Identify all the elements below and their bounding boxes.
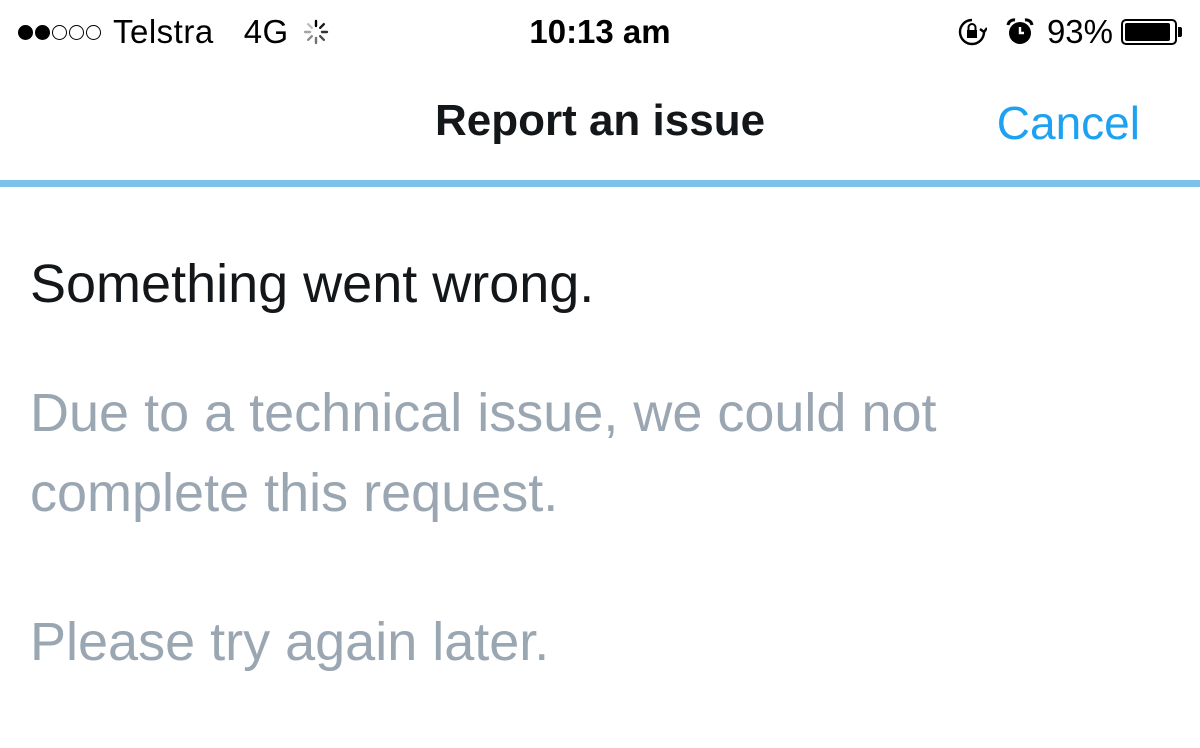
battery-percentage: 93% (1046, 13, 1113, 50)
navigation-divider (0, 180, 1200, 187)
cancel-button[interactable]: Cancel (997, 96, 1140, 150)
error-message: Due to a technical issue, we could not c… (30, 383, 937, 523)
error-title: Something went wrong. (30, 254, 595, 314)
status-bar: Telstra 4G 10:13 am 93% (0, 0, 1200, 64)
status-right: 93% (957, 10, 1182, 54)
navigation-bar: Report an issue Cancel (0, 64, 1200, 180)
retry-message: Please try again later. (30, 612, 550, 672)
battery-level (1125, 23, 1170, 41)
rotation-lock-icon (958, 18, 987, 46)
alarm-clock-icon (1006, 18, 1034, 44)
battery-icon (1121, 19, 1182, 45)
